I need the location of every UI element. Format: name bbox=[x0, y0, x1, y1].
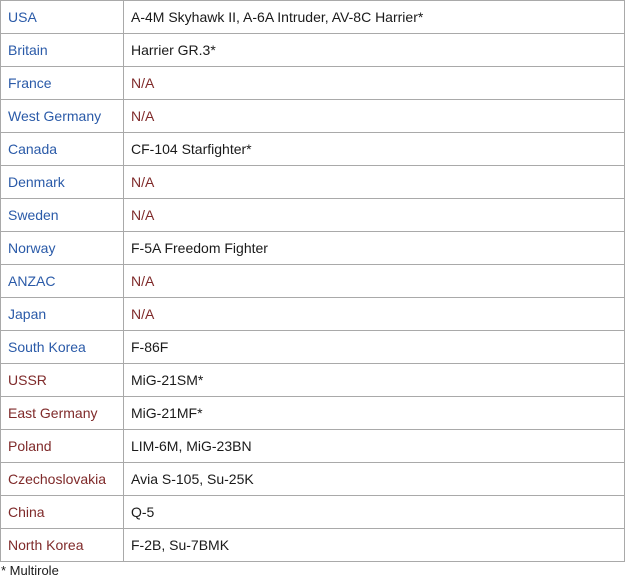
aircraft-table-body: USA A-4M Skyhawk II, A-6A Intruder, AV-8C… bbox=[0, 0, 625, 562]
aircraft-cell: LIM-6M, MiG-23BN bbox=[123, 429, 625, 463]
table-row: France N/A bbox=[0, 66, 625, 100]
aircraft-cell: MiG-21SM* bbox=[123, 363, 625, 397]
country-cell[interactable]: East Germany bbox=[0, 396, 124, 430]
table-row: South Korea F-86F bbox=[0, 330, 625, 364]
table-row: Britain Harrier GR.3* bbox=[0, 33, 625, 67]
table-row: Norway F-5A Freedom Fighter bbox=[0, 231, 625, 265]
aircraft-cell: Q-5 bbox=[123, 495, 625, 529]
aircraft-cell: Avia S-105, Su-25K bbox=[123, 462, 625, 496]
country-cell[interactable]: Denmark bbox=[0, 165, 124, 199]
table-row: USA A-4M Skyhawk II, A-6A Intruder, AV-8C… bbox=[0, 0, 625, 34]
country-cell[interactable]: South Korea bbox=[0, 330, 124, 364]
aircraft-cell: N/A bbox=[123, 99, 625, 133]
table-row: Sweden N/A bbox=[0, 198, 625, 232]
country-cell[interactable]: USSR bbox=[0, 363, 124, 397]
country-cell[interactable]: Poland bbox=[0, 429, 124, 463]
aircraft-cell: F-86F bbox=[123, 330, 625, 364]
table-row: USSR MiG-21SM* bbox=[0, 363, 625, 397]
table-row: West Germany N/A bbox=[0, 99, 625, 133]
country-cell[interactable]: North Korea bbox=[0, 528, 124, 562]
table-row: Japan N/A bbox=[0, 297, 625, 331]
table-row: ANZAC N/A bbox=[0, 264, 625, 298]
table-row: Denmark N/A bbox=[0, 165, 625, 199]
table-row: North Korea F-2B, Su-7BMK bbox=[0, 528, 625, 562]
aircraft-cell: Harrier GR.3* bbox=[123, 33, 625, 67]
aircraft-cell: F-2B, Su-7BMK bbox=[123, 528, 625, 562]
country-cell[interactable]: Japan bbox=[0, 297, 124, 331]
footnote: * Multirole bbox=[1, 563, 59, 578]
country-cell[interactable]: China bbox=[0, 495, 124, 529]
aircraft-cell: F-5A Freedom Fighter bbox=[123, 231, 625, 265]
country-cell[interactable]: West Germany bbox=[0, 99, 124, 133]
table-row: Czechoslovakia Avia S-105, Su-25K bbox=[0, 462, 625, 496]
country-cell[interactable]: Sweden bbox=[0, 198, 124, 232]
table-row: Canada CF-104 Starfighter* bbox=[0, 132, 625, 166]
table-row: Poland LIM-6M, MiG-23BN bbox=[0, 429, 625, 463]
table-row: East Germany MiG-21MF* bbox=[0, 396, 625, 430]
aircraft-cell: A-4M Skyhawk II, A-6A Intruder, AV-8C Ha… bbox=[123, 0, 625, 34]
country-cell[interactable]: Canada bbox=[0, 132, 124, 166]
country-cell[interactable]: USA bbox=[0, 0, 124, 34]
aircraft-cell: CF-104 Starfighter* bbox=[123, 132, 625, 166]
country-cell[interactable]: Czechoslovakia bbox=[0, 462, 124, 496]
aircraft-cell: N/A bbox=[123, 165, 625, 199]
country-cell[interactable]: Britain bbox=[0, 33, 124, 67]
table-row: China Q-5 bbox=[0, 495, 625, 529]
aircraft-cell: N/A bbox=[123, 264, 625, 298]
aircraft-cell: MiG-21MF* bbox=[123, 396, 625, 430]
aircraft-cell: N/A bbox=[123, 198, 625, 232]
aircraft-table: USA A-4M Skyhawk II, A-6A Intruder, AV-8C… bbox=[0, 0, 625, 562]
aircraft-cell: N/A bbox=[123, 297, 625, 331]
aircraft-cell: N/A bbox=[123, 66, 625, 100]
country-cell[interactable]: France bbox=[0, 66, 124, 100]
country-cell[interactable]: Norway bbox=[0, 231, 124, 265]
country-cell[interactable]: ANZAC bbox=[0, 264, 124, 298]
